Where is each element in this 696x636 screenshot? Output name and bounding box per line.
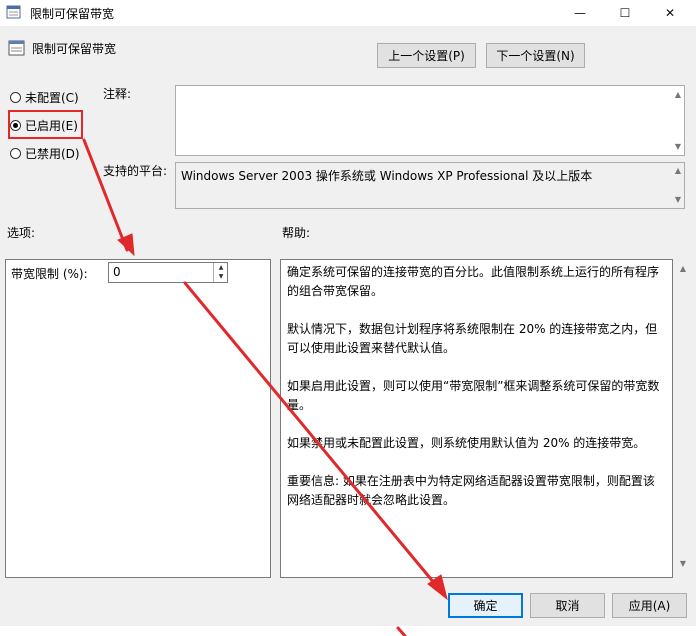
help-text-panel: 确定系统可保留的连接带宽的百分比。此值限制系统上运行的所有程序的组合带宽保留。 … bbox=[280, 259, 673, 578]
radio-label: 未配置(C) bbox=[25, 91, 79, 105]
background-window-strip bbox=[0, 626, 696, 636]
scroll-down-arrow-icon[interactable]: ▼ bbox=[673, 142, 683, 152]
help-paragraph: 确定系统可保留的连接带宽的百分比。此值限制系统上运行的所有程序的组合带宽保留。 bbox=[287, 265, 660, 298]
minimize-button[interactable]: — bbox=[557, 0, 603, 26]
annotation-highlight-box bbox=[8, 110, 83, 139]
annotation-arrowhead bbox=[117, 233, 135, 257]
bandwidth-limit-label: 带宽限制 (%): bbox=[11, 267, 88, 281]
radio-label: 已禁用(D) bbox=[25, 147, 80, 161]
help-scrollbar[interactable]: ▲ ▼ bbox=[673, 259, 690, 578]
scroll-down-arrow-icon[interactable]: ▼ bbox=[678, 559, 688, 569]
radio-circle[interactable] bbox=[10, 92, 21, 103]
radio-not-configured[interactable]: 未配置(C) bbox=[10, 89, 79, 106]
platform-text: Windows Server 2003 操作系统或 Windows XP Pro… bbox=[175, 162, 685, 209]
bandwidth-limit-input[interactable]: 0 bbox=[108, 262, 228, 283]
help-paragraph: 重要信息: 如果在注册表中为特定网络适配器设置带宽限制，则配置该网络适配器时就会… bbox=[287, 474, 655, 507]
options-label: 选项: bbox=[7, 226, 36, 240]
platform-label: 支持的平台: bbox=[103, 164, 168, 178]
annotation-arrow-to-input bbox=[82, 138, 129, 252]
ok-button[interactable]: 确定 bbox=[448, 593, 523, 618]
close-button[interactable]: ✕ bbox=[647, 0, 693, 26]
scroll-up-arrow-icon[interactable]: ▲ bbox=[673, 90, 683, 100]
apply-button[interactable]: 应用(A) bbox=[612, 593, 687, 618]
radio-circle[interactable] bbox=[10, 148, 21, 159]
policy-setting-icon bbox=[8, 40, 25, 56]
radio-disabled[interactable]: 已禁用(D) bbox=[10, 145, 80, 162]
help-paragraph: 如果启用此设置，则可以使用“带宽限制”框来调整系统可保留的带宽数量。 bbox=[287, 379, 660, 412]
scroll-down-arrow-icon[interactable]: ▼ bbox=[673, 195, 683, 205]
help-label: 帮助: bbox=[282, 226, 311, 240]
cancel-button[interactable]: 取消 bbox=[530, 593, 605, 618]
options-panel bbox=[5, 259, 271, 578]
spinner-up-icon[interactable]: ▲ bbox=[214, 263, 228, 272]
setting-title: 限制可保留带宽 bbox=[32, 42, 117, 56]
spinner-down-icon[interactable]: ▼ bbox=[214, 272, 228, 281]
scroll-up-arrow-icon[interactable]: ▲ bbox=[678, 264, 688, 274]
scroll-up-arrow-icon[interactable]: ▲ bbox=[673, 166, 683, 176]
maximize-button[interactable]: ☐ bbox=[602, 0, 648, 26]
help-paragraph: 默认情况下，数据包计划程序将系统限制在 20% 的连接带宽之内，但可以使用此设置… bbox=[287, 322, 658, 355]
help-paragraph: 如果禁用或未配置此设置，则系统使用默认值为 20% 的连接带宽。 bbox=[287, 436, 646, 450]
comment-textarea[interactable] bbox=[175, 85, 685, 156]
previous-setting-button[interactable]: 上一个设置(P) bbox=[377, 43, 476, 68]
policy-setting-icon bbox=[6, 5, 21, 19]
window-title: 限制可保留带宽 bbox=[30, 7, 115, 21]
comment-label: 注释: bbox=[103, 87, 132, 101]
bandwidth-spinner[interactable]: ▲ ▼ bbox=[213, 263, 228, 282]
annotation-arrowhead bbox=[427, 574, 448, 601]
next-setting-button[interactable]: 下一个设置(N) bbox=[486, 43, 585, 68]
